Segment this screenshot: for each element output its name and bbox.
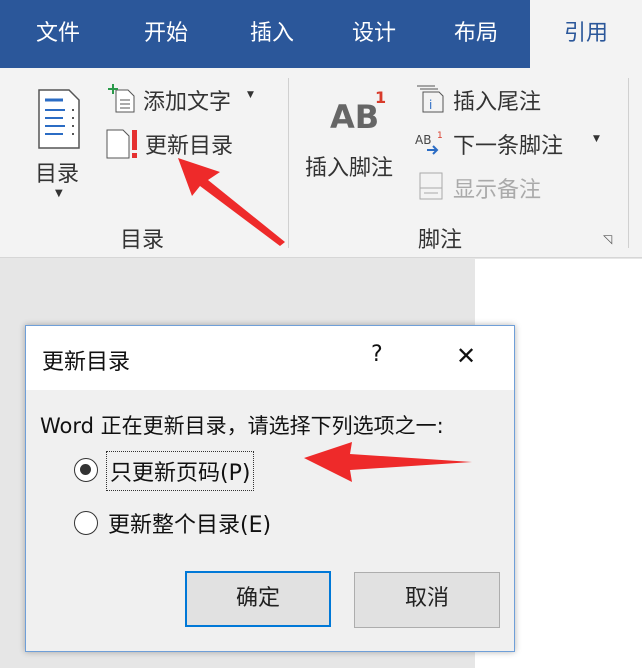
- tab-layout[interactable]: 布局: [426, 0, 526, 68]
- tab-home[interactable]: 开始: [116, 0, 216, 68]
- insert-footnote-button[interactable]: AB 1 插入脚注: [305, 88, 405, 188]
- insert-endnote-button[interactable]: i 插入尾注: [415, 82, 565, 115]
- svg-text:1: 1: [437, 131, 443, 141]
- tab-design[interactable]: 设计: [324, 0, 424, 68]
- radio-update-entire-toc[interactable]: 更新整个目录(E): [74, 504, 294, 542]
- next-footnote-button[interactable]: AB 1 下一条脚注 ▼: [415, 126, 610, 160]
- footnote-superscript-icon: 1: [375, 88, 387, 107]
- add-text-label: 添加文字: [143, 90, 232, 115]
- show-notes-icon: [419, 172, 443, 200]
- dialog-title: 更新目录: [42, 350, 131, 375]
- red-arrow-annotation: [178, 158, 285, 246]
- radio-button-selected[interactable]: [74, 458, 98, 482]
- dialog-launcher-icon[interactable]: ◹: [603, 232, 612, 246]
- svg-text:i: i: [429, 98, 432, 112]
- show-notes-label: 显示备注: [453, 178, 542, 203]
- cancel-button[interactable]: 取消: [354, 572, 500, 628]
- ribbon: 目录 ▼ 添加文字 ▼ 更新目录 目录 AB 1 插入脚注 i 插入尾注 AB 1…: [0, 68, 642, 258]
- ribbon-tab-bar: 文件 开始 插入 设计 布局 引用: [0, 0, 642, 68]
- insert-footnote-label: 插入脚注: [305, 156, 394, 181]
- insert-endnote-label: 插入尾注: [453, 90, 542, 115]
- tab-references[interactable]: 引用: [530, 0, 642, 68]
- radio-label: 只更新页码(P): [106, 451, 255, 491]
- toc-button-label: 目录: [35, 162, 80, 187]
- radio-button[interactable]: [74, 511, 98, 535]
- svg-text:AB: AB: [415, 133, 431, 147]
- toc-group-label: 目录: [120, 228, 165, 253]
- close-button[interactable]: ✕: [456, 342, 476, 370]
- next-footnote-icon: AB 1: [415, 131, 443, 155]
- group-divider: [628, 78, 629, 248]
- tab-file[interactable]: 文件: [8, 0, 108, 68]
- add-text-icon: [108, 84, 135, 113]
- ok-button[interactable]: 确定: [185, 571, 331, 627]
- dialog-prompt: Word 正在更新目录，请选择下列选项之一:: [40, 414, 444, 438]
- toc-document-icon: [38, 89, 80, 149]
- endnote-icon: i: [417, 85, 444, 113]
- next-footnote-label: 下一条脚注: [453, 134, 564, 159]
- dialog-title-bar: 更新目录 ? ✕: [26, 326, 514, 390]
- toc-button[interactable]: 目录 ▼: [30, 76, 90, 206]
- show-notes-button[interactable]: 显示备注: [415, 170, 565, 203]
- add-text-button[interactable]: 添加文字 ▼: [105, 82, 265, 115]
- footnote-group-label: 脚注: [418, 228, 463, 253]
- footnote-ab-icon: AB: [330, 98, 380, 136]
- help-button[interactable]: ?: [371, 342, 383, 367]
- update-toc-icon: [106, 129, 137, 159]
- dropdown-arrow-icon: ▼: [593, 134, 600, 144]
- radio-update-page-numbers[interactable]: 只更新页码(P): [74, 451, 274, 491]
- chevron-down-icon: ▼: [55, 188, 63, 199]
- red-arrow-annotation: [304, 442, 472, 482]
- tab-insert[interactable]: 插入: [222, 0, 322, 68]
- dropdown-arrow-icon: ▼: [247, 90, 254, 100]
- radio-label: 更新整个目录(E): [108, 513, 272, 538]
